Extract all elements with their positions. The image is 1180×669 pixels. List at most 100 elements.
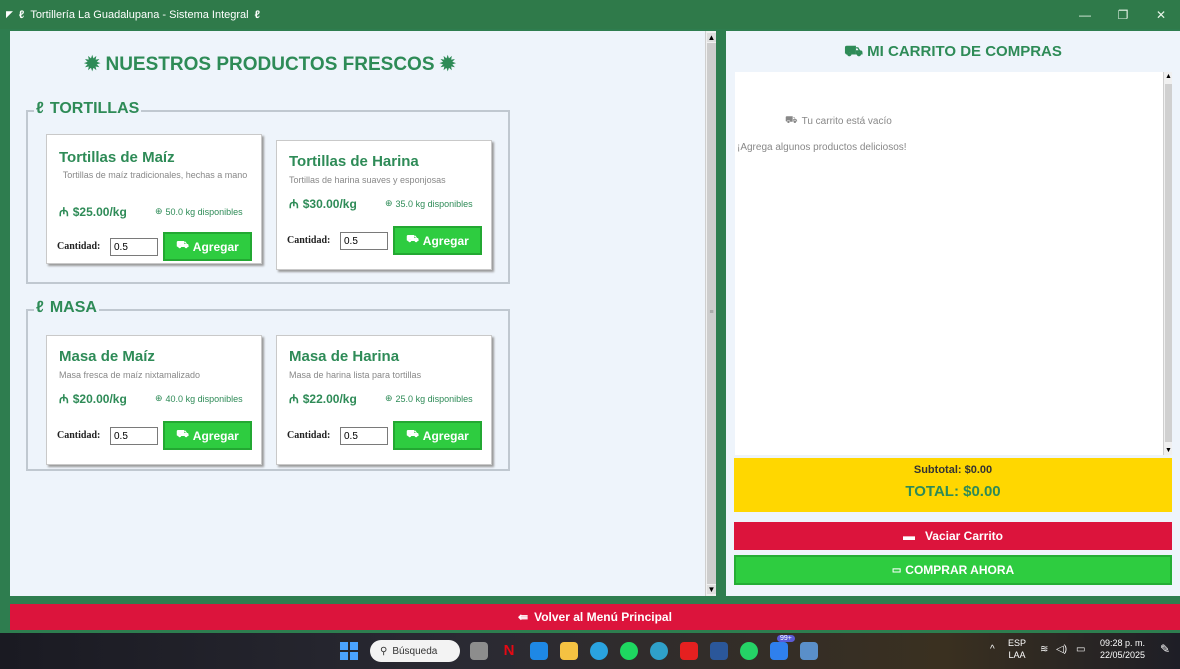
buy-now-label: COMPRAR AHORA [905,563,1015,577]
window-title: Tortillería La Guadalupana - Sistema Int… [30,8,249,21]
products-panel: ✹ NUESTROS PRODUCTOS FRESCOS ✹ ℓ TORTILL… [10,31,705,596]
wifi-icon[interactable]: ≋ [1040,644,1048,656]
word-icon[interactable] [710,642,728,660]
minimize-button[interactable]: — [1066,0,1104,29]
product-stock: 50.0 kg disponibles [165,206,243,217]
leaf-icon: ℓ [36,299,44,316]
product-stock: 35.0 kg disponibles [395,198,473,209]
grip-icon: ≡ [709,309,714,316]
totals-box: Subtotal: $0.00 TOTAL: $0.00 [734,458,1172,512]
package-icon: ⊕ [385,198,393,208]
back-to-menu-label: Volver al Menú Principal [534,610,672,624]
money-bag-icon: ₼ [289,197,299,211]
task-view-icon[interactable] [470,642,488,660]
cart-icon: ⛟ [406,234,419,245]
youtube-icon[interactable] [680,642,698,660]
language-line1: ESP [1008,638,1027,648]
money-bag-icon: ₼ [289,392,299,406]
add-to-cart-button[interactable]: ⛟ Agregar [163,421,252,450]
add-button-label: Agregar [192,428,239,443]
whatsapp-icon[interactable] [740,642,758,660]
language-indicator[interactable]: ESP LAA [1008,637,1026,661]
quantity-label: Cantidad: [287,235,331,246]
product-description: Tortillas de maíz tradicionales, hechas … [62,170,248,180]
add-button-label: Agregar [422,428,469,443]
package-icon: ⊕ [155,393,163,403]
cart-icon: ⛟ [844,43,863,60]
cart-list: ⛟ Tu carrito está vacío ¡Agrega algunos … [735,72,1172,455]
volume-icon[interactable]: ◁) [1056,644,1067,656]
python-icon[interactable] [800,642,818,660]
maximize-button[interactable]: ❐ [1104,0,1142,29]
section-masa: ℓ MASA Masa de Maíz Masa fresca de maíz … [26,299,510,471]
product-name: Tortillas de Maíz [59,149,175,166]
total-text: TOTAL: $0.00 [905,483,1001,500]
add-to-cart-button[interactable]: ⛟ Agregar [393,421,482,450]
edge-icon[interactable] [650,642,668,660]
product-price: $25.00/kg [72,204,127,219]
clear-cart-button[interactable]: ▬ Vaciar Carrito [734,522,1172,550]
cart-hint-text: ¡Agrega algunos productos deliciosos! [737,142,907,153]
card-icon: ▭ [891,564,902,576]
start-icon[interactable] [340,642,358,660]
battery-icon[interactable]: ▭ [1076,644,1085,656]
section-title: TORTILLAS [49,100,140,117]
leaf-icon: ℓ [36,100,44,117]
cart-icon: ⛟ [785,115,798,126]
scroll-up-arrow-icon[interactable]: ▲ [1164,73,1173,80]
scroll-down-arrow-icon[interactable]: ▼ [707,585,716,594]
add-to-cart-button[interactable]: ⛟ Agregar [163,232,252,261]
cart-empty-text: Tu carrito está vacío [801,116,892,127]
tray-chevron-icon[interactable]: ^ [990,644,995,656]
netflix-icon[interactable]: N [500,642,518,660]
quantity-input[interactable] [110,238,158,256]
vscode-icon[interactable] [770,642,788,660]
back-arrow-icon: ⇚ [518,610,529,624]
section-title: MASA [49,299,97,316]
product-card-tortillas-maiz: Tortillas de Maíz Tortillas de maíz trad… [46,134,262,264]
language-line2: LAA [1008,650,1026,660]
os-taskbar: ⚲ Búsqueda N 99+ ^ ESP LAA ≋ ◁) ▭ 09:28 … [0,633,1180,669]
add-button-label: Agregar [422,233,469,248]
outlook-icon[interactable] [530,642,548,660]
quantity-label: Cantidad: [287,430,331,441]
quantity-input[interactable] [340,427,388,445]
product-name: Masa de Maíz [59,348,155,365]
buy-now-button[interactable]: ▭ COMPRAR AHORA [734,555,1172,585]
quantity-input[interactable] [110,427,158,445]
folder-icon[interactable] [560,642,578,660]
package-icon: ⊕ [385,393,393,403]
leaf-icon: ℓ [18,8,25,21]
telegram-icon[interactable] [590,642,608,660]
quantity-input[interactable] [340,232,388,250]
subtotal-text: Subtotal: $0.00 [913,464,993,476]
product-name: Tortillas de Harina [289,153,419,170]
clock[interactable]: 09:28 p. m. 22/05/2025 [1100,637,1145,661]
add-to-cart-button[interactable]: ⛟ Agregar [393,226,482,255]
product-stock: 40.0 kg disponibles [165,393,243,404]
scroll-thumb[interactable] [1165,84,1172,442]
clock-time: 09:28 p. m. [1100,638,1146,648]
cart-icon: ⛟ [176,240,189,251]
notification-icon[interactable]: ✎ [1160,643,1170,655]
notification-badge: 99+ [777,635,795,642]
window-icon: ◤ [6,9,13,19]
product-description: Masa fresca de maíz nixtamalizado [59,370,201,380]
scroll-up-arrow-icon[interactable]: ▲ [707,33,716,42]
back-to-menu-button[interactable]: ⇚ Volver al Menú Principal [10,604,1180,630]
leaf-icon: ℓ [254,8,260,21]
taskbar-search[interactable]: ⚲ Búsqueda [370,640,460,662]
scroll-down-arrow-icon[interactable]: ▼ [1164,447,1173,454]
products-scrollbar[interactable]: ▲ ≡ ▼ [705,31,716,596]
product-stock: 25.0 kg disponibles [395,393,473,404]
cart-panel: ⛟ MI CARRITO DE COMPRAS ⛟ Tu carrito est… [726,31,1180,596]
close-button[interactable]: ✕ [1142,0,1180,29]
quantity-label: Cantidad: [57,241,101,252]
product-description: Masa de harina lista para tortillas [289,370,422,380]
products-title-row: ✹ NUESTROS PRODUCTOS FRESCOS ✹ [10,53,530,76]
cart-scrollbar[interactable]: ▲ ▼ [1163,72,1172,455]
spotify-icon[interactable] [620,642,638,660]
taskbar-search-label: Búsqueda [392,645,438,657]
package-icon: ⊕ [155,206,163,216]
product-card-masa-maiz: Masa de Maíz Masa fresca de maíz nixtama… [46,335,262,465]
